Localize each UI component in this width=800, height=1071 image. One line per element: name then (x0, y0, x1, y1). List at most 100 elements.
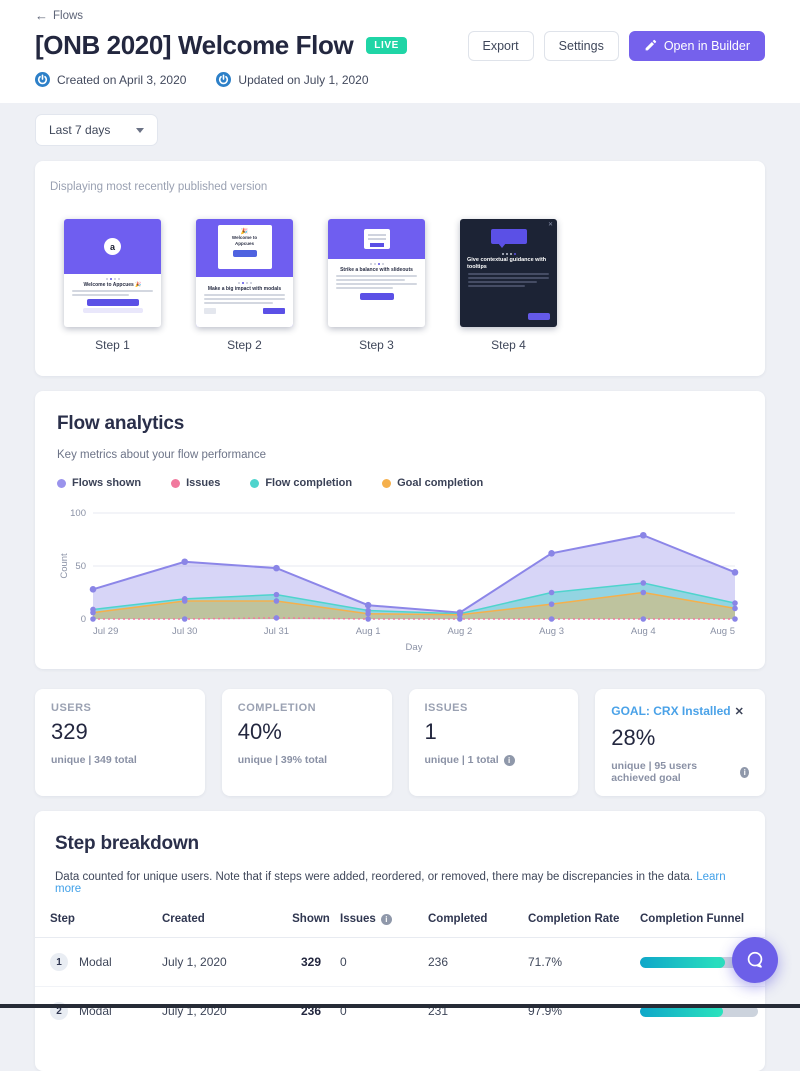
step-type: Modal (79, 955, 112, 969)
settings-button[interactable]: Settings (544, 31, 619, 61)
step-breakdown-card: Step breakdown Data counted for unique u… (35, 811, 765, 1071)
x-tick-label: Aug 2 (447, 626, 472, 637)
step-2-preview-image: 🎉 Welcome to Appcues Make a big impact w… (196, 219, 293, 327)
stat-subtext-label: unique | 39% total (238, 754, 327, 766)
table-row: 1ModalJuly 1, 2020329023671.7% (35, 938, 765, 986)
stat-label: ISSUES (425, 702, 563, 714)
close-icon: ✕ (548, 221, 553, 228)
column-header-completed: Completed (428, 913, 528, 925)
main-content: Last 7 days Displaying most recently pub… (0, 103, 800, 1071)
data-point (549, 616, 555, 622)
stat-label: COMPLETION (238, 702, 376, 714)
flow-analytics-card: Flow analytics Key metrics about your fl… (35, 391, 765, 669)
chart-legend: Flows shownIssuesFlow completionGoal com… (57, 477, 743, 489)
export-button[interactable]: Export (468, 31, 534, 61)
data-point (732, 569, 739, 576)
created-meta: Created on April 3, 2020 (35, 72, 186, 87)
stat-subtext-label: unique | 95 users achieved goal (611, 760, 735, 784)
stat-value: 28% (611, 725, 749, 751)
step-thumbnail-1: a Welcome to Appcues 🎉 Step 1 (64, 219, 161, 352)
x-axis-label: Day (406, 642, 423, 653)
legend-dot-icon (171, 479, 180, 488)
x-tick-label: Aug 3 (539, 626, 564, 637)
stat-subtext-label: unique | 349 total (51, 754, 137, 766)
step-thumbnail-2: 🎉 Welcome to Appcues Make a big impact w… (196, 219, 293, 352)
data-point (274, 615, 280, 621)
window-bottom-edge (0, 1004, 800, 1008)
data-point (732, 606, 738, 612)
stat-card-issues: ISSUES1unique | 1 totali (409, 689, 579, 796)
date-range-dropdown[interactable]: Last 7 days (35, 114, 158, 146)
data-point (365, 611, 371, 617)
data-point (274, 592, 280, 598)
y-tick-label: 0 (81, 614, 86, 625)
x-tick-label: Aug 5 (710, 626, 735, 637)
x-tick-label: Jul 30 (172, 626, 197, 637)
data-point (732, 600, 738, 606)
goal-label-row: GOAL: CRX Installed ✕ (611, 702, 749, 720)
column-header-step: Step (50, 913, 162, 925)
x-tick-label: Aug 4 (631, 626, 656, 637)
stat-value: 329 (51, 719, 189, 745)
step-1-preview-image: a Welcome to Appcues 🎉 (64, 219, 161, 327)
date-range-value: Last 7 days (49, 123, 110, 137)
table-row: 2ModalJuly 1, 2020236023197.9% (35, 986, 765, 1035)
stat-subtext: unique | 1 total i (425, 754, 563, 766)
appcues-logo-icon: a (104, 238, 121, 255)
stat-card-completion: COMPLETION 40% unique | 39% total (222, 689, 392, 796)
edit-pencil-icon (644, 39, 657, 52)
completed-cell: 236 (428, 955, 528, 969)
status-badge: LIVE (366, 37, 407, 54)
page-header: ← Flows [ONB 2020] Welcome Flow LIVE Exp… (0, 0, 800, 103)
legend-label: Goal completion (397, 477, 483, 489)
step-label: Step 4 (460, 338, 557, 352)
info-icon[interactable]: i (504, 755, 515, 766)
step-cell: 1Modal (50, 953, 162, 971)
legend-dot-icon (382, 479, 391, 488)
stat-subtext: unique | 349 total (51, 754, 189, 766)
legend-dot-icon (250, 479, 259, 488)
step-thumbnails: a Welcome to Appcues 🎉 Step 1 🎉 Welcome … (50, 219, 750, 352)
data-point (457, 616, 463, 622)
data-point (181, 558, 188, 565)
data-point (549, 601, 555, 607)
chat-widget-button[interactable] (732, 937, 778, 983)
step-thumbnail-4: ✕ Give contextual guidance with tooltips… (460, 219, 557, 352)
issues-cell: 0 (340, 955, 428, 969)
breakdown-title: Step breakdown (55, 833, 745, 855)
table-header-row: StepCreatedShownIssuesiCompletedCompleti… (35, 895, 765, 938)
goal-remove-icon[interactable]: ✕ (735, 706, 744, 718)
data-point (182, 598, 188, 604)
stats-cards-row: USERS329unique | 349 totalCOMPLETION40%u… (35, 689, 765, 796)
stat-card-goal: GOAL: CRX Installed ✕ 28% unique | 95 users… (595, 689, 765, 796)
open-in-builder-button[interactable]: Open in Builder (629, 31, 765, 61)
data-point (640, 590, 646, 596)
info-icon[interactable]: i (740, 767, 749, 778)
back-arrow-icon: ← (35, 8, 48, 23)
legend-item-flows-shown: Flows shown (57, 477, 141, 489)
legend-item-issues: Issues (171, 477, 220, 489)
data-point (732, 616, 738, 622)
data-point (90, 586, 97, 593)
goal-link[interactable]: GOAL: CRX Installed (611, 704, 730, 718)
created-cell: July 1, 2020 (162, 955, 282, 969)
column-header-created: Created (162, 913, 282, 925)
stat-subtext-label: unique | 1 total (425, 754, 499, 766)
created-text: Created on April 3, 2020 (57, 73, 186, 87)
stat-subtext: unique | 39% total (238, 754, 376, 766)
stat-value: 40% (238, 719, 376, 745)
legend-label: Issues (186, 477, 220, 489)
column-header-shown: Shown (282, 913, 340, 925)
preview-note: Displaying most recently published versi… (50, 181, 750, 193)
data-point (640, 616, 646, 622)
data-point (548, 550, 555, 557)
legend-label: Flows shown (72, 477, 141, 489)
info-icon[interactable]: i (381, 914, 392, 925)
data-point (182, 616, 188, 622)
shown-cell: 329 (282, 955, 340, 969)
step-label: Step 2 (196, 338, 293, 352)
chat-bubble-icon (743, 948, 767, 972)
breadcrumb[interactable]: ← Flows (35, 8, 83, 23)
analytics-subtitle: Key metrics about your flow performance (57, 449, 743, 461)
preview-card: Displaying most recently published versi… (35, 161, 765, 376)
